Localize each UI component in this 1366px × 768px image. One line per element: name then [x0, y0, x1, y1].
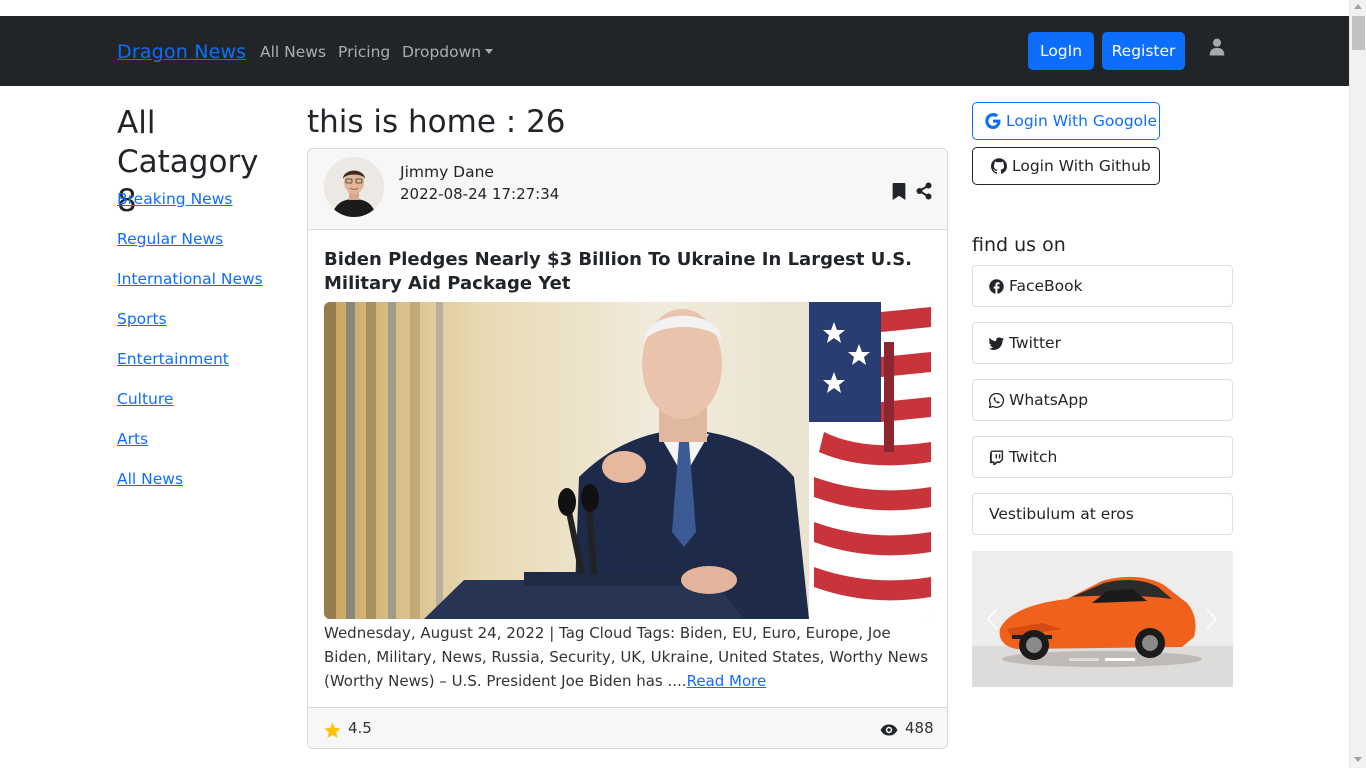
page-title: this is home : 26	[307, 104, 566, 140]
social-label-twitch: Twitch	[1009, 448, 1058, 466]
category-link-culture[interactable]: Culture	[117, 390, 173, 408]
register-button[interactable]: Register	[1102, 32, 1185, 70]
google-icon	[985, 113, 1001, 129]
rating-value: 4.5	[348, 719, 372, 737]
whatsapp-icon	[989, 392, 1004, 408]
user-icon[interactable]	[1208, 38, 1226, 56]
nav-dropdown-toggle[interactable]: Dropdown	[402, 43, 494, 61]
social-label-extra: Vestibulum at eros	[989, 505, 1134, 523]
published-date: 2022-08-24 17:27:34	[400, 185, 560, 203]
brand-link[interactable]: Dragon News	[117, 41, 246, 63]
social-link-whatsapp[interactable]: WhatsApp	[972, 379, 1233, 421]
bookmark-icon[interactable]	[892, 183, 906, 200]
share-icon[interactable]	[915, 182, 933, 200]
category-link-arts[interactable]: Arts	[117, 430, 148, 448]
login-google-label: Login With Googole	[1006, 112, 1158, 130]
carousel-indicator-active[interactable]	[1105, 658, 1135, 661]
nav-dropdown-label: Dropdown	[402, 43, 482, 61]
page-scrollbar[interactable]	[1349, 0, 1366, 768]
nav-link-all-news[interactable]: All News	[260, 43, 326, 61]
social-link-extra[interactable]: Vestibulum at eros	[972, 493, 1233, 535]
caret-down-icon	[485, 49, 494, 54]
twitter-icon	[989, 336, 1004, 350]
news-image	[324, 302, 931, 619]
card-header: Jimmy Dane 2022-08-24 17:27:34	[308, 149, 947, 230]
author-avatar	[324, 157, 384, 217]
login-github-label: Login With Github	[1012, 157, 1151, 175]
author-name: Jimmy Dane	[400, 163, 494, 181]
login-google-button[interactable]: Login With Googole	[972, 102, 1160, 140]
facebook-icon	[989, 278, 1004, 294]
news-details-text: Wednesday, August 24, 2022 | Tag Cloud T…	[324, 624, 929, 690]
social-link-twitch[interactable]: Twitch	[972, 436, 1233, 478]
category-link-breaking-news[interactable]: Breaking News	[117, 190, 232, 208]
github-icon	[991, 158, 1007, 174]
login-button[interactable]: LogIn	[1028, 32, 1094, 70]
news-title: Biden Pledges Nearly $3 Billion To Ukrai…	[324, 249, 913, 294]
carousel-image	[972, 551, 1233, 687]
twitch-icon	[989, 449, 1004, 465]
view-count: 488	[905, 719, 934, 737]
find-us-title: find us on	[972, 234, 1066, 256]
image-carousel[interactable]	[972, 551, 1233, 687]
category-link-sports[interactable]: Sports	[117, 310, 167, 328]
scroll-up-arrow-icon[interactable]	[1354, 4, 1362, 9]
category-link-all-news[interactable]: All News	[117, 470, 183, 488]
category-link-entertainment[interactable]: Entertainment	[117, 350, 229, 368]
news-card: Jimmy Dane 2022-08-24 17:27:34 Biden Ple…	[307, 148, 948, 749]
card-footer: 4.5 488	[308, 707, 947, 748]
social-label-whatsapp: WhatsApp	[1009, 391, 1089, 409]
chevron-left-icon[interactable]	[985, 607, 999, 631]
category-link-regular-news[interactable]: Regular News	[117, 230, 223, 248]
login-github-button[interactable]: Login With Github	[972, 147, 1160, 185]
star-icon	[324, 722, 341, 738]
scroll-down-arrow-icon[interactable]	[1354, 757, 1362, 762]
eye-icon	[880, 724, 898, 736]
news-details: Wednesday, August 24, 2022 | Tag Cloud T…	[324, 621, 934, 693]
social-link-twitter[interactable]: Twitter	[972, 322, 1233, 364]
category-link-international-news[interactable]: International News	[117, 270, 263, 288]
social-label-twitter: Twitter	[1009, 334, 1061, 352]
navbar: Dragon News All News Pricing Dropdown Lo…	[0, 16, 1349, 86]
chevron-right-icon[interactable]	[1205, 607, 1219, 631]
social-link-facebook[interactable]: FaceBook	[972, 265, 1233, 307]
social-label-facebook: FaceBook	[1009, 277, 1083, 295]
nav-link-pricing[interactable]: Pricing	[338, 43, 390, 61]
scroll-thumb[interactable]	[1352, 16, 1365, 50]
carousel-indicator[interactable]	[1069, 658, 1099, 661]
read-more-link[interactable]: Read More	[687, 672, 767, 690]
